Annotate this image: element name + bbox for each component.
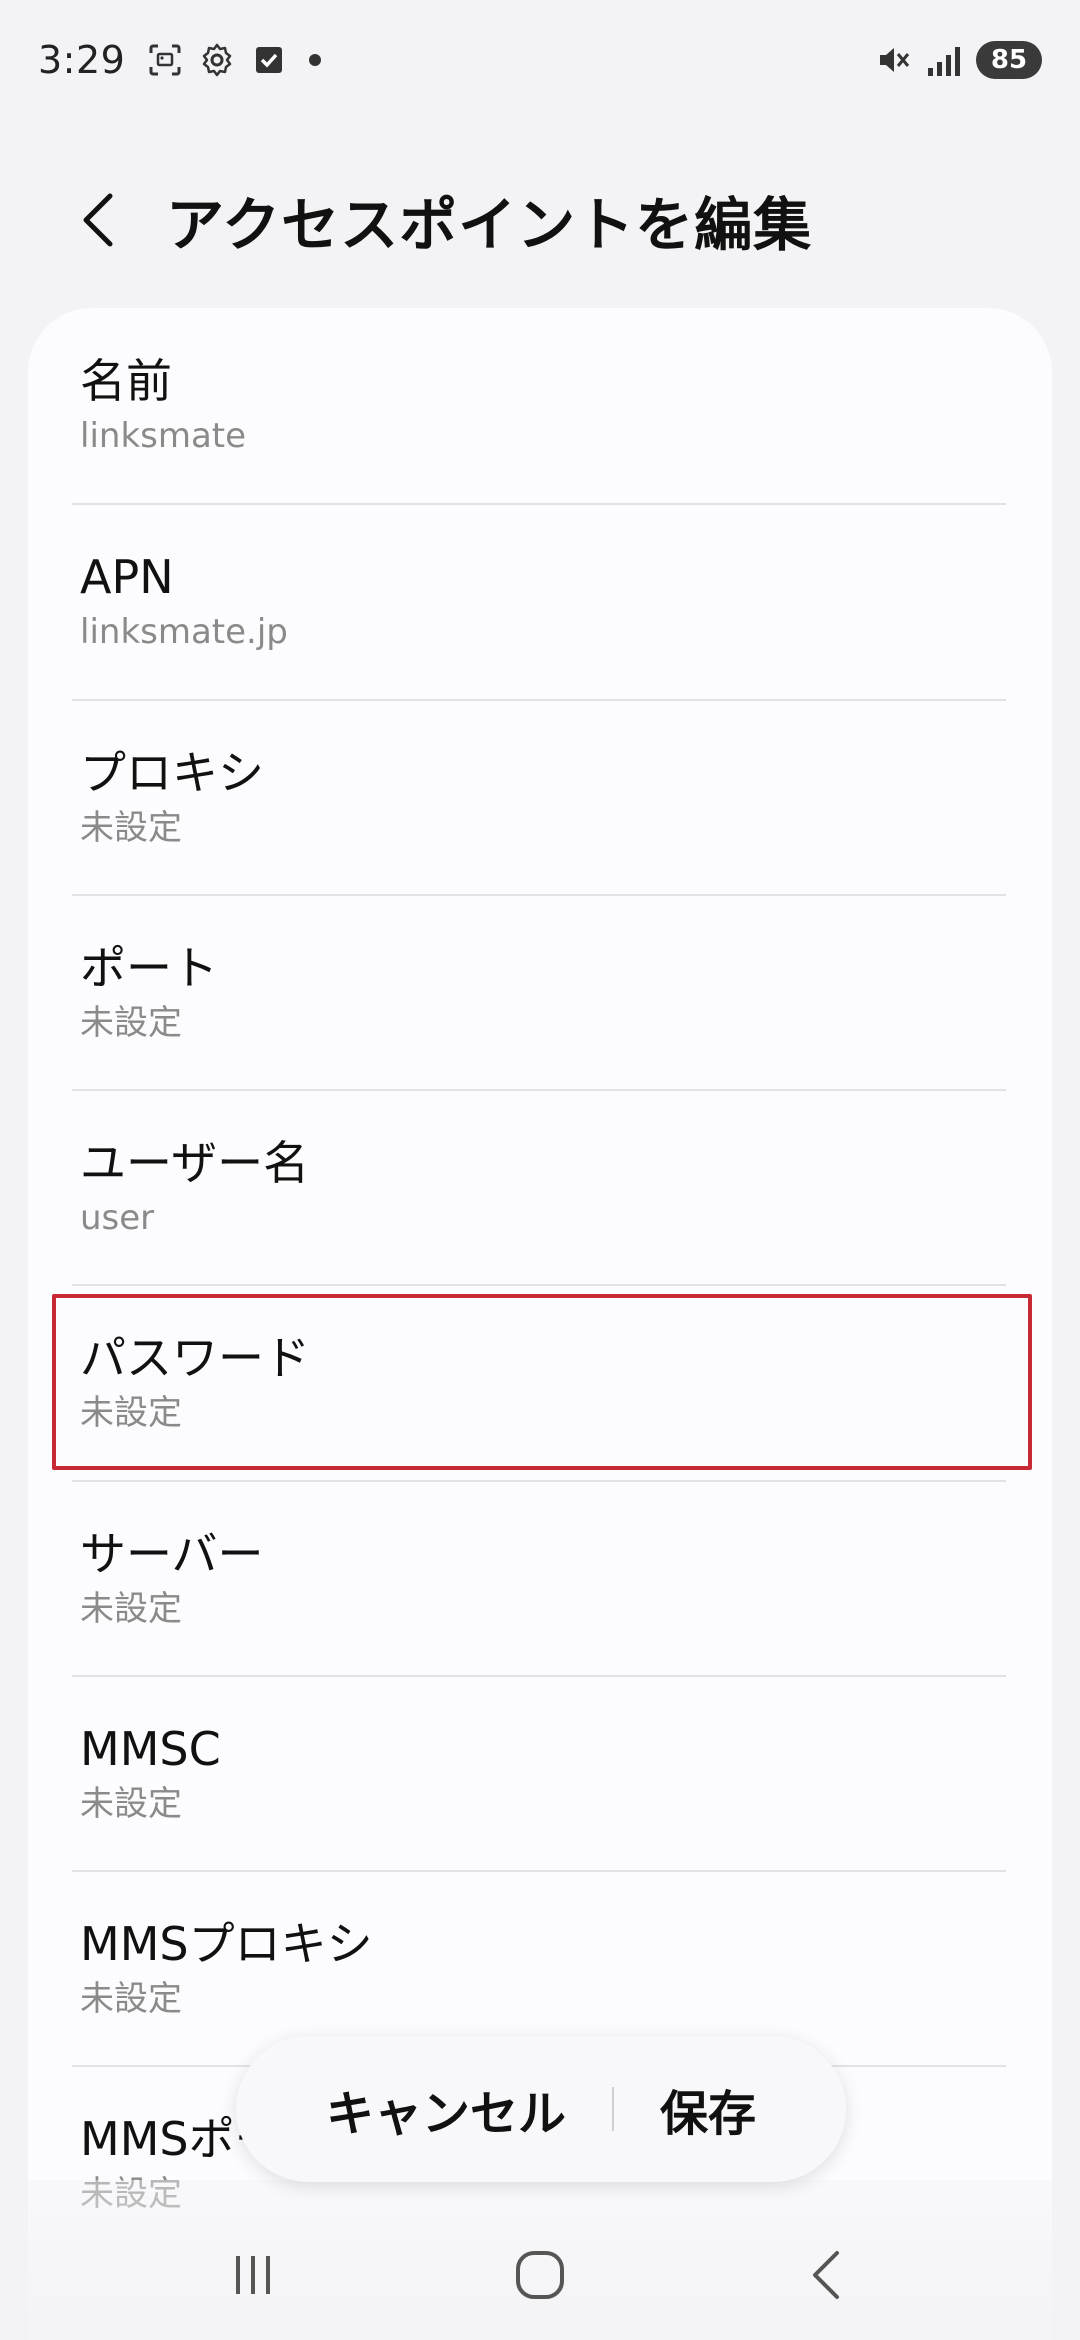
item-label: サーバー — [80, 1526, 264, 1581]
save-button[interactable]: 保存 — [614, 2036, 802, 2182]
item-label: MMSC — [80, 1721, 221, 1776]
recents-button[interactable] — [193, 2225, 313, 2325]
item-value: 未設定 — [80, 1784, 182, 1825]
back-button[interactable] — [48, 170, 148, 270]
cancel-button[interactable]: キャンセル — [280, 2036, 612, 2182]
recents-icon — [236, 2256, 271, 2294]
home-button[interactable] — [480, 2225, 600, 2325]
mute-icon — [876, 42, 912, 78]
item-label: APN — [80, 549, 174, 604]
item-value: 未設定 — [80, 808, 182, 849]
item-value: 未設定 — [80, 1393, 182, 1434]
status-right: 85 — [876, 41, 1042, 79]
item-label: 名前 — [80, 353, 172, 408]
list-item-port[interactable]: ポート 未設定 — [28, 895, 1052, 1090]
list-item-name[interactable]: 名前 linksmate — [28, 308, 1052, 503]
navigation-bar — [0, 2210, 1080, 2340]
screenshot-icon — [147, 42, 183, 78]
gear-icon — [199, 42, 235, 78]
action-bar: キャンセル 保存 — [236, 2036, 846, 2182]
screen: 3:29 85 アクセスポイントを編集 名前 linksmate APN lin… — [0, 0, 1080, 2340]
signal-icon — [926, 42, 962, 78]
list-item-username[interactable]: ユーザー名 user — [28, 1090, 1052, 1285]
chevron-left-icon — [83, 193, 113, 247]
status-bar: 3:29 85 — [0, 0, 1080, 120]
status-icons — [147, 42, 322, 78]
page-title: アクセスポイントを編集 — [166, 191, 813, 259]
item-label: MMSプロキシ — [80, 1916, 373, 1971]
item-value: 未設定 — [80, 1589, 182, 1630]
item-value: linksmate.jp — [80, 612, 288, 653]
item-value: linksmate — [80, 416, 247, 457]
status-time: 3:29 — [38, 38, 126, 82]
item-label: ユーザー名 — [80, 1135, 310, 1190]
home-icon — [515, 2251, 564, 2299]
status-left: 3:29 — [38, 38, 322, 82]
item-value: user — [80, 1198, 155, 1239]
list-item-server[interactable]: サーバー 未設定 — [28, 1481, 1052, 1676]
item-label: プロキシ — [80, 745, 264, 800]
dot-icon — [309, 54, 322, 66]
list-item-mmsc[interactable]: MMSC 未設定 — [28, 1676, 1052, 1871]
list-item-password[interactable]: パスワード 未設定 — [28, 1285, 1052, 1480]
nav-back-button[interactable] — [767, 2225, 887, 2325]
item-value: 未設定 — [80, 1979, 182, 2020]
list-item-proxy[interactable]: プロキシ 未設定 — [28, 700, 1052, 895]
item-label: ポート — [80, 940, 218, 995]
app-header: アクセスポイントを編集 — [0, 170, 1080, 270]
list-item-apn[interactable]: APN linksmate.jp — [28, 504, 1052, 699]
checkbox-icon — [251, 42, 287, 78]
item-value: 未設定 — [80, 1003, 182, 1044]
item-label: パスワード — [80, 1330, 310, 1385]
back-icon — [812, 2251, 839, 2299]
battery-indicator: 85 — [976, 41, 1042, 79]
